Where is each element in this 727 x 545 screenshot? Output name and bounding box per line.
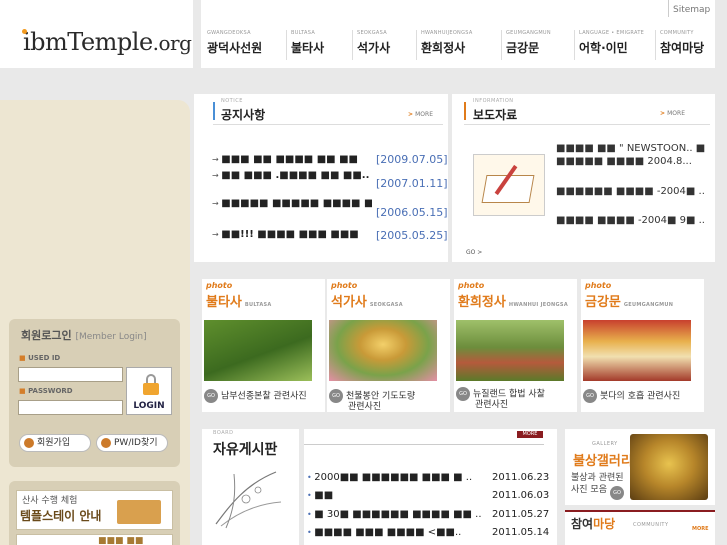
join-button[interactable]: 회원가입 bbox=[19, 434, 91, 452]
lotus-photo[interactable] bbox=[204, 320, 312, 381]
info-accent-bar bbox=[464, 102, 466, 120]
info-divider bbox=[464, 124, 710, 125]
notice-more-link[interactable]: > MORE bbox=[408, 111, 433, 118]
find-account-button[interactable]: PW/ID찾기 bbox=[96, 434, 168, 452]
notice-divider bbox=[213, 124, 443, 125]
info-title: 보도자료 bbox=[473, 108, 518, 122]
notice-item[interactable]: → ■■■ ■■ ■■■■ ■■ ■■ bbox=[212, 154, 374, 165]
logo-dot-icon bbox=[22, 29, 27, 34]
gallery-title: 불상갤러리 bbox=[573, 454, 633, 469]
nav-item-gwangdeoksa[interactable]: GWANGDEOKSA 광덕사선원 bbox=[207, 30, 262, 62]
go-icon: GO bbox=[610, 486, 624, 500]
notice-item[interactable]: → ■■ ■■■ .■■■■ ■■ ■■.. bbox=[212, 169, 372, 182]
photo-card-geumgangmun[interactable]: photo 금강문 GEUMGANGMUN GO 붓다의 호흡 관련사진 bbox=[581, 279, 704, 412]
board-row[interactable]: • ■■ bbox=[307, 490, 487, 501]
photo-card-hwanhuijeongsa[interactable]: photo 환희정사 HWANHUI JEONGSA GO 뉴질랜드 합법 사찰 관… bbox=[454, 279, 577, 412]
login-button[interactable]: LOGIN bbox=[126, 367, 172, 415]
nav-item-seokgasa[interactable]: SEOKGASA 석가사 bbox=[357, 30, 390, 62]
go-icon: GO bbox=[583, 389, 597, 403]
nav-item-geumgangmun[interactable]: GEUMGANGMUN 금강문 bbox=[506, 30, 551, 62]
photo-card-bultasa[interactable]: photo 불타사 BULTASA GO 남부선종본찰 관련사진 bbox=[202, 279, 325, 412]
photo-card-seokgasa[interactable]: photo 석가사 SEOKGASA GO 천불봉안 기도도량 관련사진 bbox=[327, 279, 450, 412]
secondary-banner[interactable] bbox=[16, 534, 173, 545]
buddha-statue-photo[interactable] bbox=[329, 320, 437, 381]
notice-item[interactable]: → ■■■■■ ■■■■■ ■■■■ ■.. bbox=[212, 198, 372, 209]
notice-item[interactable]: → ■■!!! ■■■■ ■■■ ■■■ bbox=[212, 229, 374, 240]
nav-divider bbox=[416, 30, 417, 60]
community-more-link[interactable]: MORE bbox=[692, 526, 709, 532]
board-row[interactable]: • ■■■■ ■■■ ■■■■ <■■.. bbox=[307, 527, 487, 538]
nav-divider bbox=[352, 30, 353, 60]
login-title: 회원로그인 [Member Login] bbox=[21, 329, 147, 342]
garden-photo[interactable] bbox=[456, 320, 564, 381]
site-logo[interactable]: ibmTemple.org bbox=[18, 28, 192, 56]
info-item[interactable]: ■■■■ ■■ " NEWSTOON.. ■■■■■■ ■■■■ 2004.8.… bbox=[556, 142, 706, 168]
nav-divider bbox=[655, 30, 656, 60]
go-icon: GO bbox=[329, 389, 343, 403]
nav-divider bbox=[286, 30, 287, 60]
nav-item-community[interactable]: COMMUNITY 참여마당 bbox=[660, 30, 704, 62]
user-id-label: ■ USED ID bbox=[19, 354, 61, 362]
nav-item-bultasa[interactable]: BULTASA 불타사 bbox=[291, 30, 324, 62]
board-row[interactable]: • ■ 30■ ■■■■■■ ■■■■ ■■ .. bbox=[307, 509, 487, 520]
board-more-button[interactable]: MORE bbox=[517, 431, 543, 438]
password-label: ■ PASSWORD bbox=[19, 387, 73, 395]
dharma-hall-photo[interactable] bbox=[583, 320, 691, 381]
book-image[interactable] bbox=[473, 154, 545, 216]
arrow-circle-icon bbox=[24, 438, 34, 448]
info-more-link[interactable]: > MORE bbox=[660, 110, 685, 117]
password-input[interactable] bbox=[18, 400, 123, 415]
board-divider bbox=[304, 444, 544, 445]
nav-item-hwanhuijeongsa[interactable]: HWANHUIJEONGSA 환희정사 bbox=[421, 30, 473, 62]
lock-body-icon bbox=[143, 383, 159, 395]
notice-accent-bar bbox=[213, 102, 215, 120]
board-row[interactable]: • 2000■■ ■■■■■■ ■■■ ■ .. bbox=[307, 472, 487, 483]
info-item[interactable]: ■■■■ ■■■■ -2004■ 9■ .. bbox=[556, 214, 706, 227]
sitemap-link[interactable]: Sitemap bbox=[668, 0, 715, 17]
buddha-image[interactable] bbox=[630, 434, 708, 500]
orchid-ink-drawing bbox=[215, 471, 282, 529]
desk-icon bbox=[117, 500, 161, 524]
nav-divider bbox=[574, 30, 575, 60]
community-title: 참여마당 bbox=[571, 517, 616, 531]
nav-item-language-emigrate[interactable]: LANGUAGE • EMIGRATE 어학·이민 bbox=[579, 30, 644, 62]
info-item[interactable]: ■■■■■■ ■■■■ -2004■ .. bbox=[556, 185, 706, 198]
arrow-circle-icon bbox=[101, 438, 111, 448]
user-id-input[interactable] bbox=[18, 367, 123, 382]
info-go-link[interactable]: GO > bbox=[466, 249, 482, 256]
nav-divider bbox=[501, 30, 502, 60]
board-title: 자유게시판 bbox=[213, 442, 278, 458]
notice-title: 공지사항 bbox=[221, 108, 266, 122]
go-icon: GO bbox=[456, 387, 470, 401]
go-icon: GO bbox=[204, 389, 218, 403]
